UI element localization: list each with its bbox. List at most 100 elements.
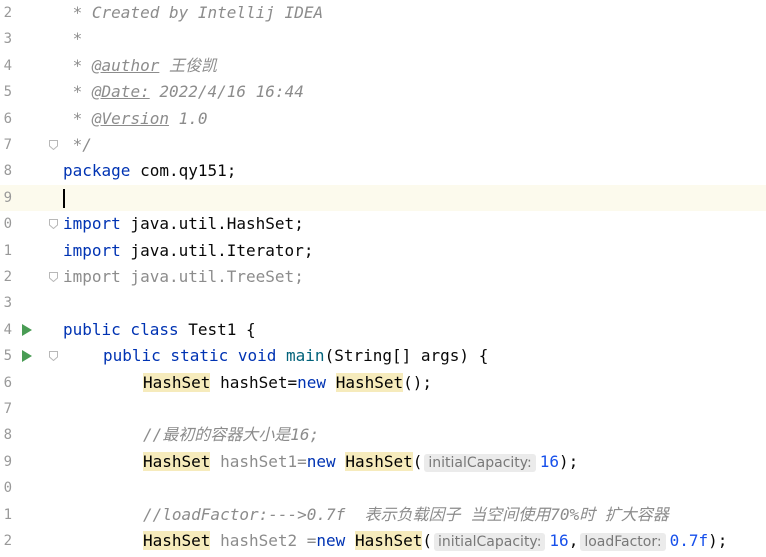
run-gutter-icon[interactable] bbox=[22, 350, 32, 363]
fold-marker-icon[interactable] bbox=[49, 351, 58, 362]
parameter-hint: initialCapacity: bbox=[424, 453, 536, 472]
code-line[interactable]: 7 bbox=[0, 396, 766, 422]
code-text: HashSet hashSet1=new HashSet(initialCapa… bbox=[143, 449, 578, 476]
line-number: 8 bbox=[3, 163, 12, 180]
line-number: 0 bbox=[3, 216, 12, 233]
code-text: * @author 王俊凯 bbox=[63, 53, 217, 79]
code-token: (); bbox=[403, 372, 433, 392]
code-line[interactable]: 2 import java.util.TreeSet; bbox=[0, 264, 766, 290]
code-token: ); bbox=[559, 451, 579, 471]
code-line[interactable]: 5 * @Date: 2022/4/16 16:44 bbox=[0, 79, 766, 105]
fold-marker-icon[interactable] bbox=[49, 140, 58, 150]
code-token: package bbox=[63, 161, 131, 181]
code-token: main bbox=[286, 346, 325, 366]
line-number: 4 bbox=[3, 57, 12, 74]
code-token: 16 bbox=[549, 531, 569, 550]
line-number: 3 bbox=[3, 295, 12, 312]
code-text: * @Version 1.0 bbox=[63, 106, 208, 132]
code-line[interactable]: 8 package com.qy151; bbox=[0, 158, 766, 184]
code-text: public class Test1 { bbox=[63, 317, 256, 343]
code-token: * bbox=[63, 82, 92, 102]
code-text: //loadFactor:--->0.7f 表示负载因子 当空间使用70%时 扩… bbox=[143, 502, 669, 528]
code-text: HashSet hashSet=new HashSet(); bbox=[143, 370, 432, 396]
code-token: HashSet bbox=[143, 372, 211, 392]
code-token: ( bbox=[412, 451, 423, 471]
line-number: 1 bbox=[3, 506, 12, 523]
code-editor[interactable]: 2 * Created by Intellij IDEA 3 * 4 * @auth… bbox=[0, 0, 766, 557]
line-number: 8 bbox=[3, 427, 12, 444]
code-token: HashSet bbox=[345, 451, 413, 471]
code-line[interactable]: 4 * @author 王俊凯 bbox=[0, 53, 766, 79]
code-token: 王俊凯 bbox=[159, 55, 217, 75]
code-token: new bbox=[306, 451, 336, 471]
line-number: 7 bbox=[3, 137, 12, 153]
code-token: ( bbox=[422, 531, 433, 550]
code-text: //最初的容器大小是16; bbox=[143, 422, 319, 448]
code-line[interactable]: 8 //最初的容器大小是16; bbox=[0, 422, 766, 448]
code-token: HashSet bbox=[335, 372, 404, 392]
code-line[interactable]: 9 bbox=[0, 184, 766, 212]
code-token: //最初的容器大小是16; bbox=[143, 425, 320, 445]
code-line[interactable]: 3 * bbox=[0, 26, 766, 52]
code-token: import java.util.TreeSet; bbox=[63, 267, 304, 286]
code-token: java.util.Iterator; bbox=[120, 240, 314, 260]
code-token: @author bbox=[91, 55, 160, 75]
code-token: hashSet2 = bbox=[210, 531, 317, 550]
code-token: , bbox=[568, 531, 579, 550]
code-token: Test1 { bbox=[178, 319, 256, 339]
line-number: 1 bbox=[3, 242, 12, 259]
code-line[interactable]: 6 * @Version 1.0 bbox=[0, 106, 766, 132]
code-token: @Version bbox=[91, 108, 169, 128]
code-token: new bbox=[316, 531, 346, 550]
code-text bbox=[63, 185, 65, 211]
text-caret bbox=[63, 188, 65, 208]
code-line[interactable]: 0 bbox=[0, 475, 766, 501]
line-number: 9 bbox=[3, 453, 12, 470]
code-line[interactable]: 3 bbox=[0, 290, 766, 316]
line-number: 2 bbox=[3, 269, 12, 285]
code-token: * Created by Intellij IDEA bbox=[63, 3, 324, 22]
code-token: 16 bbox=[539, 451, 560, 471]
fold-marker-icon[interactable] bbox=[49, 272, 58, 282]
code-token: public class bbox=[63, 319, 179, 339]
run-gutter-icon[interactable] bbox=[22, 323, 32, 336]
code-line[interactable]: 2 HashSet hashSet2 =new HashSet(initialCa… bbox=[0, 528, 766, 554]
code-text: * bbox=[63, 26, 83, 52]
line-number: 4 bbox=[3, 321, 12, 338]
code-line[interactable]: 2 * Created by Intellij IDEA bbox=[0, 0, 766, 26]
code-line[interactable]: 1 import java.util.Iterator; bbox=[0, 238, 766, 264]
code-line[interactable]: 6 HashSet hashSet=new HashSet(); bbox=[0, 370, 766, 396]
code-token: public static void bbox=[103, 346, 277, 366]
code-token: 1.0 bbox=[168, 108, 208, 128]
line-number: 5 bbox=[3, 84, 12, 101]
code-text: * Created by Intellij IDEA bbox=[63, 0, 323, 26]
parameter-hint: initialCapacity: bbox=[434, 533, 546, 551]
code-token: * bbox=[63, 29, 83, 49]
code-line[interactable]: 4 public class Test1 { bbox=[0, 317, 766, 343]
line-number: 7 bbox=[3, 401, 12, 417]
code-line[interactable]: 9 HashSet hashSet1=new HashSet(initialCap… bbox=[0, 449, 766, 475]
code-token: hashSet= bbox=[210, 372, 298, 392]
code-token: * bbox=[63, 55, 92, 75]
code-line[interactable]: 7 */ bbox=[0, 132, 766, 158]
code-line[interactable]: 0 import java.util.HashSet; bbox=[0, 211, 766, 237]
code-token: 0.7f bbox=[669, 531, 709, 550]
fold-marker-icon[interactable] bbox=[49, 219, 58, 230]
code-line[interactable]: 1 //loadFactor:--->0.7f 表示负载因子 当空间使用70%时 … bbox=[0, 502, 766, 528]
code-token: (String[] args) { bbox=[324, 346, 489, 366]
code-line[interactable]: 5 public static void main(String[] args) … bbox=[0, 343, 766, 369]
code-token: new bbox=[297, 372, 327, 392]
code-token: ); bbox=[708, 531, 728, 550]
code-token: import bbox=[63, 240, 121, 260]
code-text: package com.qy151; bbox=[63, 158, 236, 184]
code-token: HashSet bbox=[143, 531, 211, 550]
code-text: public static void main(String[] args) { bbox=[103, 343, 488, 369]
code-token: com.qy151; bbox=[130, 161, 237, 181]
parameter-hint: loadFactor: bbox=[580, 533, 666, 551]
code-token: @Date: bbox=[91, 82, 150, 102]
code-token: hashSet1= bbox=[210, 451, 307, 471]
code-token: import bbox=[63, 214, 121, 234]
line-number: 5 bbox=[3, 348, 12, 365]
